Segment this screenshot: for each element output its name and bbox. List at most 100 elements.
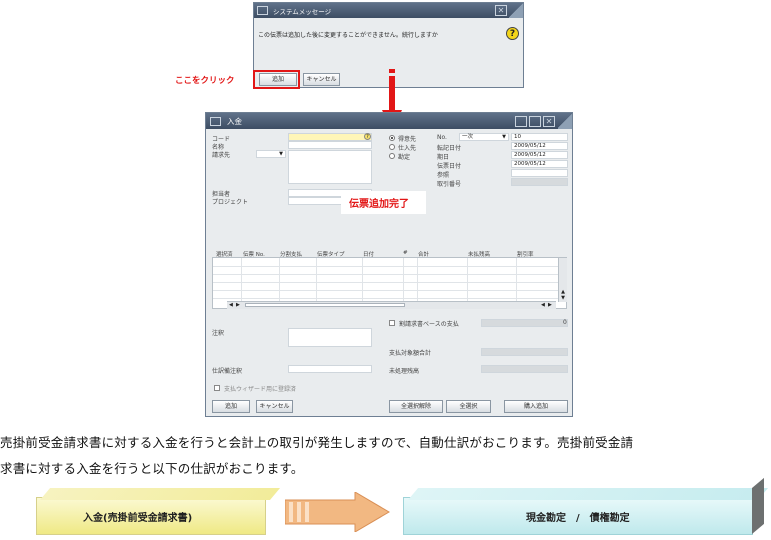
dialog-message: この伝票は追加した後に変更することができません。続行しますか: [258, 32, 438, 39]
table-column-divider: [241, 258, 242, 302]
payable-total-label: 支払対象額合計: [389, 350, 432, 357]
titlebar-corner-decoration: [509, 3, 523, 18]
scroll-right-icon[interactable]: ▶: [236, 302, 240, 308]
lookup-icon[interactable]: ?: [364, 133, 371, 140]
table-row: [213, 266, 566, 267]
scroll-right-icon[interactable]: ▶: [548, 302, 552, 308]
maximize-icon[interactable]: [529, 116, 541, 127]
scroll-thumb[interactable]: [245, 303, 405, 307]
deselect-all-button[interactable]: 全選択解除: [389, 400, 443, 413]
journal-entry-label: 現金勘定 / 債権勘定: [526, 513, 630, 524]
explanation-line-1: 売掛前受金請求書に対する入金を行うと会計上の取引が発生しますので、自動仕訳がおこ…: [0, 435, 634, 450]
transaction-no-label: 取引番号: [437, 181, 462, 188]
radio-customer-label: 得意先: [398, 136, 417, 143]
arrow-shaft: [389, 76, 395, 110]
code-field[interactable]: [288, 133, 372, 141]
remarks-label: 注釈: [212, 330, 225, 337]
table-row: [213, 298, 566, 299]
radio-customer[interactable]: [389, 135, 395, 141]
radio-account-label: 勘定: [398, 154, 411, 161]
horizontal-scrollbar[interactable]: ◀ ▶ ◀ ▶: [227, 301, 556, 309]
no-label: No.: [437, 134, 447, 141]
table-column-divider: [417, 258, 418, 302]
explanation-line-2: 求書に対する入金を行うと以下の仕訳がおこります。: [0, 461, 304, 476]
bill-to-label: 請求先: [212, 152, 231, 159]
click-highlight-box: [253, 70, 300, 89]
table-row: [213, 282, 566, 283]
wizard-checkbox-label: 支払ウィザード用に登録済: [224, 386, 297, 393]
basis-value: 0: [563, 319, 567, 326]
payable-total-field: [481, 348, 568, 356]
chevron-down-icon: ▼: [279, 151, 283, 157]
doc-date-field[interactable]: 2009/05/12: [511, 160, 568, 168]
window-icon: [210, 117, 221, 126]
doc-date-label: 伝票日付: [437, 163, 462, 170]
table-column-divider: [403, 258, 404, 302]
doc-number-field[interactable]: 10: [511, 133, 568, 141]
scroll-left-icon[interactable]: ◀: [229, 302, 233, 308]
series-select[interactable]: 一次 ▼: [459, 133, 509, 141]
wizard-checkbox[interactable]: [214, 385, 220, 391]
minimize-icon[interactable]: [515, 116, 527, 127]
posting-date-field[interactable]: 2009/05/12: [511, 142, 568, 150]
remarks-field[interactable]: [288, 328, 372, 347]
series-value: 一次: [462, 134, 474, 140]
journal-remarks-field[interactable]: [288, 365, 372, 373]
table-row: [213, 274, 566, 275]
bill-to-select[interactable]: ▼: [256, 150, 286, 158]
reference-field[interactable]: [511, 169, 568, 177]
arrow-dash-1: [389, 69, 395, 73]
table-column-divider: [467, 258, 468, 302]
add-button[interactable]: 追加: [212, 400, 250, 413]
journal-source-label: 入金(売掛前受金請求書): [83, 513, 193, 524]
radio-account[interactable]: [389, 153, 395, 159]
close-icon[interactable]: ✕: [495, 5, 507, 16]
incoming-payment-window: 入金 ✕ コード 名称 請求先 ? ▼ 担当者 プロジェクト 得意先 仕入先 勘…: [205, 112, 573, 417]
journal-entry-box-side: [752, 477, 764, 534]
cancel-button[interactable]: キャンセル: [256, 400, 293, 413]
radio-vendor[interactable]: [389, 144, 395, 150]
vertical-scrollbar[interactable]: ▲ ▼: [558, 258, 567, 302]
bill-to-address-field[interactable]: [288, 150, 372, 184]
close-icon[interactable]: ✕: [543, 116, 555, 127]
unprocessed-balance-field: [481, 365, 568, 373]
reference-label: 参照: [437, 172, 450, 179]
basis-amount-field: [481, 319, 568, 327]
posting-date-label: 転記日付: [437, 145, 462, 152]
invoice-basis-label: 割請求書ベースの支払: [399, 321, 459, 328]
due-date-label: 期日: [437, 154, 450, 161]
journal-entry-box-top: [408, 488, 769, 500]
col-hash: #: [403, 250, 408, 256]
name-field[interactable]: [288, 141, 372, 149]
done-callout: 伝票追加完了: [349, 199, 409, 210]
click-callout: ここをクリック: [175, 76, 235, 86]
radio-vendor-label: 仕入先: [398, 145, 417, 152]
dialog-title: システムメッセージ: [273, 8, 332, 16]
titlebar-corner-decoration: [558, 113, 572, 129]
unprocessed-balance-label: 未処理残高: [389, 368, 420, 375]
table-column-divider: [516, 258, 517, 302]
table-column-divider: [316, 258, 317, 302]
window-title: 入金: [227, 117, 242, 126]
transaction-no-field: [511, 178, 568, 186]
scroll-left-icon[interactable]: ◀: [541, 302, 545, 308]
dialog-cancel-button[interactable]: キャンセル: [303, 73, 340, 86]
select-all-button[interactable]: 全選択: [446, 400, 491, 413]
dialog-titlebar: システムメッセージ ✕: [254, 3, 523, 18]
scroll-down-icon[interactable]: ▼: [560, 296, 566, 301]
table-column-divider: [279, 258, 280, 302]
chevron-down-icon: ▼: [502, 134, 506, 140]
question-icon: ?: [506, 27, 519, 40]
journal-source-box-top: [40, 488, 281, 500]
flow-arrow-icon: [285, 492, 390, 532]
due-date-field[interactable]: 2009/05/12: [511, 151, 568, 159]
project-label: プロジェクト: [212, 199, 249, 206]
table-row: [213, 290, 566, 291]
question-glyph: ?: [509, 29, 516, 39]
add-after-button[interactable]: 購入追加: [504, 400, 568, 413]
window-icon: [257, 6, 268, 15]
invoice-basis-checkbox[interactable]: [389, 320, 395, 326]
invoice-table[interactable]: ▲ ▼ ◀ ▶ ◀ ▶: [212, 257, 567, 309]
window-titlebar: 入金 ✕: [206, 113, 572, 129]
table-column-divider: [362, 258, 363, 302]
